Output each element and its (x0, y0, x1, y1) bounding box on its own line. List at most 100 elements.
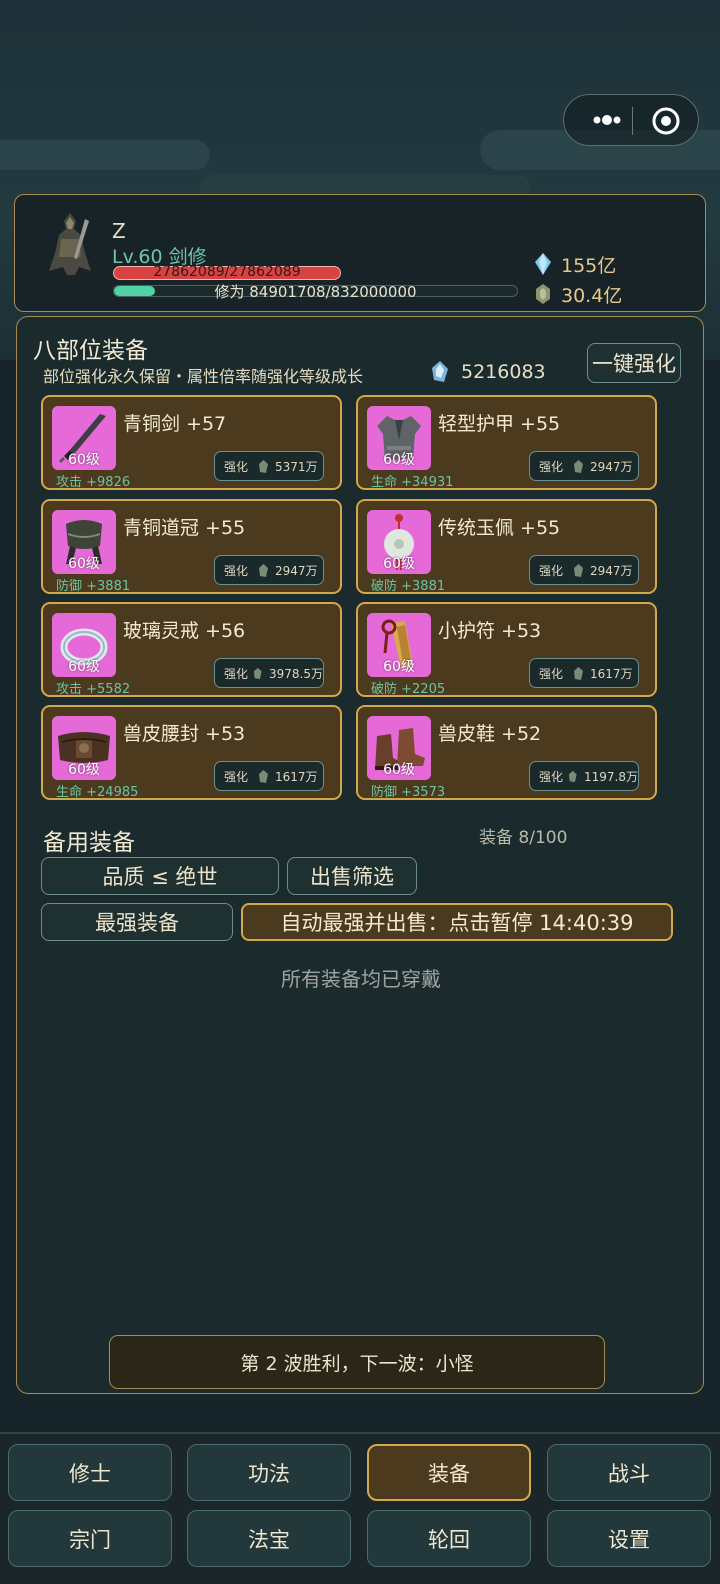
spirit-stone-icon (536, 284, 550, 304)
equip-card[interactable]: 60级 玻璃灵戒 +56 攻击 +5582 强化 3978.5万 (41, 602, 342, 697)
currency-stone: 30.4亿 (533, 281, 622, 307)
equip-card[interactable]: 60级 小护符 +53 破防 +2205 强化 1617万 (356, 602, 657, 697)
equip-card[interactable]: 60级 传统玉佩 +55 破防 +3881 强化 2947万 (356, 499, 657, 594)
hp-text: 27862089/27862089 (153, 264, 301, 280)
player-name: Z (112, 219, 126, 243)
equip-name: 青铜道冠 +55 (123, 517, 246, 539)
equip-card[interactable]: 60级 青铜剑 +57 攻击 +9826 强化 5371万 (41, 395, 342, 490)
equip-icon-frame: 60级 (52, 510, 116, 574)
enhance-button[interactable]: 强化 3978.5万 (214, 658, 324, 688)
nav-treasure[interactable]: 法宝 (187, 1510, 351, 1567)
equip-icon-frame: 60级 (367, 510, 431, 574)
equip-level: 60级 (383, 452, 415, 468)
equip-card[interactable]: 60级 兽皮腰封 +53 生命 +24985 强化 1617万 (41, 705, 342, 800)
enhance-cost: 1617万 (275, 769, 318, 784)
enhance-stone-amount: 5216083 (461, 361, 546, 383)
equip-icon-frame: 60级 (52, 406, 116, 470)
nav-sect[interactable]: 宗门 (8, 1510, 172, 1567)
spirit-stone-icon (574, 459, 583, 473)
spirit-stone-icon (254, 667, 263, 679)
enhance-stone-icon (432, 361, 448, 382)
equip-icon-frame: 60级 (367, 613, 431, 677)
enhance-cost: 2947万 (590, 459, 633, 474)
equip-name: 轻型护甲 +55 (438, 413, 561, 435)
enhance-label: 强化 (539, 459, 564, 474)
crystal-amount: 155亿 (561, 254, 617, 277)
nav-settings[interactable]: 设置 (547, 1510, 711, 1567)
equip-icon-frame: 60级 (52, 716, 116, 780)
wave-status: 第 2 波胜利，下一波：小怪 (109, 1335, 605, 1389)
capsule-divider (632, 107, 633, 135)
spare-count: 装备 8/100 (479, 828, 568, 848)
spirit-stone-icon (574, 666, 583, 680)
cloud-decoration (0, 140, 210, 170)
enhance-button[interactable]: 强化 2947万 (529, 451, 639, 481)
nav-cultivator[interactable]: 修士 (8, 1444, 172, 1501)
bottom-nav: 修士 功法 装备 战斗 宗门 法宝 轮回 设置 (0, 1432, 720, 1584)
auto-sell-button[interactable]: 自动最强并出售：点击暂停 14:40:39 (241, 903, 673, 941)
spirit-stone-icon (259, 563, 268, 577)
equip-stat: 防御 +3881 (56, 579, 131, 594)
enhance-cost: 1197.8万 (584, 769, 638, 784)
enhance-button[interactable]: 强化 1617万 (529, 658, 639, 688)
equip-icon-frame: 60级 (367, 406, 431, 470)
equip-stat: 攻击 +9826 (56, 475, 131, 490)
equip-level: 60级 (68, 452, 100, 468)
enhance-label: 强化 (539, 769, 564, 784)
equipment-panel: 八部位装备 部位强化永久保留・属性倍率随强化等级成长 5216083 一键强化 … (16, 316, 704, 1394)
equip-level: 60级 (68, 762, 100, 778)
mini-program-capsule (563, 94, 699, 146)
stone-amount: 30.4亿 (561, 284, 623, 307)
equip-card[interactable]: 60级 兽皮鞋 +52 防御 +3573 强化 1197.8万 (356, 705, 657, 800)
equip-stat: 生命 +24985 (56, 785, 139, 800)
spirit-stone-icon (569, 770, 578, 782)
quality-filter-button[interactable]: 品质 ≤ 绝世 (41, 857, 279, 895)
enhance-cost: 1617万 (590, 666, 633, 681)
equip-section-title: 八部位装备 (33, 338, 148, 364)
spirit-stone-icon (574, 563, 583, 577)
nav-skills[interactable]: 功法 (187, 1444, 351, 1501)
equip-card[interactable]: 60级 青铜道冠 +55 防御 +3881 强化 2947万 (41, 499, 342, 594)
equip-name: 兽皮鞋 +52 (438, 723, 542, 745)
enhance-button[interactable]: 强化 1617万 (214, 761, 324, 791)
equip-stat: 破防 +3881 (371, 579, 446, 594)
equip-name: 兽皮腰封 +53 (123, 723, 246, 745)
enhance-label: 强化 (539, 666, 564, 681)
equip-stat: 攻击 +5582 (56, 682, 131, 697)
equip-level: 60级 (383, 659, 415, 675)
equip-name: 小护符 +53 (438, 620, 542, 642)
equip-name: 传统玉佩 +55 (438, 517, 561, 539)
one-click-enhance-button[interactable]: 一键强化 (587, 343, 681, 383)
equip-icon-frame: 60级 (367, 716, 431, 780)
equip-card[interactable]: 60级 轻型护甲 +55 生命 +34931 强化 2947万 (356, 395, 657, 490)
enhance-label: 强化 (224, 459, 249, 474)
equip-level: 60级 (383, 762, 415, 778)
nav-battle[interactable]: 战斗 (547, 1444, 711, 1501)
more-icon[interactable] (584, 107, 630, 133)
currency-crystal: 155亿 (533, 251, 616, 277)
close-target-icon[interactable] (650, 105, 682, 137)
best-equip-button[interactable]: 最强装备 (41, 903, 233, 941)
enhance-button[interactable]: 强化 5371万 (214, 451, 324, 481)
sell-filter-button[interactable]: 出售筛选 (287, 857, 417, 895)
equip-level: 60级 (68, 556, 100, 572)
equip-stat: 生命 +34931 (371, 475, 454, 490)
equip-section-description: 部位强化永久保留・属性倍率随强化等级成长 (43, 367, 364, 386)
enhance-label: 强化 (224, 666, 249, 681)
nav-equipment[interactable]: 装备 (367, 1444, 531, 1501)
enhance-button[interactable]: 强化 2947万 (214, 555, 324, 585)
spirit-stone-icon (259, 459, 268, 473)
empty-message: 所有装备均已穿戴 (281, 967, 441, 991)
enhance-button[interactable]: 强化 1197.8万 (529, 761, 639, 791)
equip-stat: 破防 +2205 (371, 682, 446, 697)
enhance-cost: 2947万 (590, 563, 633, 578)
enhance-label: 强化 (224, 563, 249, 578)
enhance-button[interactable]: 强化 2947万 (529, 555, 639, 585)
cultivation-text: 修为 84901708/832000000 (214, 283, 417, 301)
equip-level: 60级 (68, 659, 100, 675)
enhance-label: 强化 (224, 769, 249, 784)
crystal-icon (535, 253, 551, 275)
nav-reincarnation[interactable]: 轮回 (367, 1510, 531, 1567)
enhance-cost: 3978.5万 (269, 666, 323, 681)
player-avatar[interactable] (41, 209, 99, 277)
